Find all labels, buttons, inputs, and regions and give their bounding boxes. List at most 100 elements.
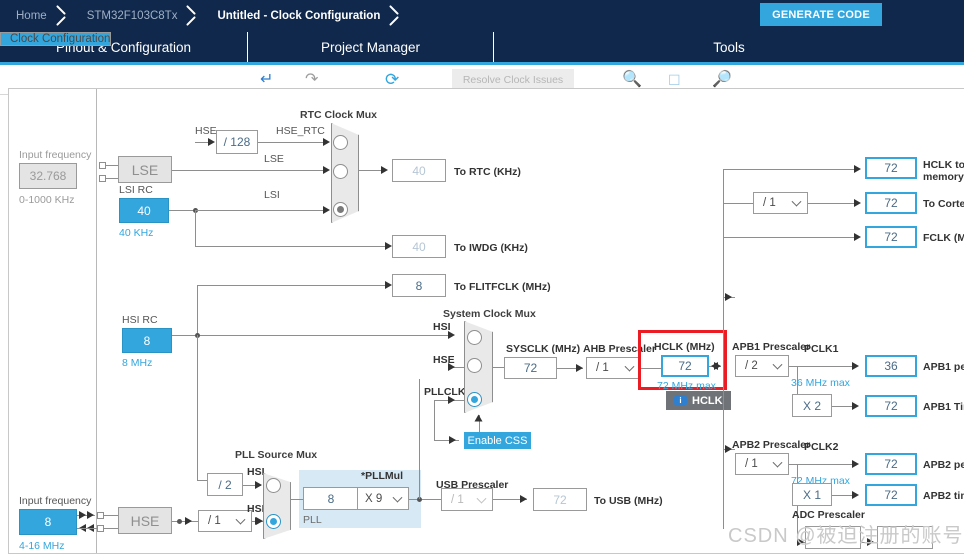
enable-css-button[interactable]: Enable CSS [464,432,531,449]
hclk-to-ahb-value: 72 [865,157,917,179]
lsi-to-mux-arrow [323,206,330,214]
hsi-unit-label: 8 MHz [122,357,153,369]
hclk-to-ahb-label: HCLK to AH [923,159,964,171]
pll-source-mux-title: PLL Source Mux [235,449,318,461]
rtc-mux-option-lsi[interactable] [333,202,348,217]
pll-hsi-divider: / 2 [207,473,243,496]
tab-clock-configuration[interactable]: Clock Configuration [0,32,112,46]
rtc-mux-option-hse-rtc[interactable] [333,135,348,150]
cortex-prescaler-value: / 1 [763,197,776,209]
rtc-clock-mux-title: RTC Clock Mux [300,109,378,121]
apb2-prescaler-select[interactable]: / 1 [735,453,789,475]
lse-pin-out [99,175,106,182]
fit-to-screen-icon[interactable]: ☐ [668,71,681,89]
hse-divider-select[interactable]: / 1 [198,510,252,532]
apb2-prescaler-label: APB2 Prescaler [732,439,811,451]
ahb-prescaler-select[interactable]: / 1 [586,357,641,379]
generate-code-button[interactable]: GENERATE CODE [760,3,882,26]
lse-pin-in [99,162,106,169]
chevron-right-icon [183,0,201,32]
system-clock-mux-title: System Clock Mux [443,308,536,320]
main-tab-bar: Pinout & Configuration Clock Configurati… [0,32,964,62]
watermark: CSDN @被迫注册的账号 [728,525,964,547]
chevron-right-icon [386,0,404,32]
to-iwdg-label: To IWDG (KHz) [454,242,528,254]
pll-mux-option-hse[interactable] [266,514,281,529]
zoom-in-icon[interactable]: 🔍 [622,71,642,89]
rtc-hse-label: HSE [195,125,217,137]
lsi-unit-label: 40 KHz [119,227,154,239]
lse-block[interactable]: LSE [118,156,172,183]
chevron-down-icon [476,493,487,504]
hclk-tooltip-label: HCLK [692,394,723,407]
apb1-timer-value: 72 [865,395,917,417]
tab-tools[interactable]: Tools [494,32,964,62]
pll-input-value: 8 [303,487,359,510]
usb-prescaler-select[interactable]: / 1 [441,488,493,511]
lsi-value-field[interactable]: 40 [119,198,169,223]
lse-to-mux-arrow [323,166,330,174]
clock-tree-canvas[interactable]: Input frequency 32.768 0-1000 KHz LSE LS… [8,88,964,554]
hclk-value-field[interactable]: 72 [661,355,709,377]
hse-divider-value: / 1 [208,515,221,527]
sysclk-hsi-label: HSI [433,321,451,333]
hse-block[interactable]: HSE [118,507,172,534]
hclk-tooltip: i HCLK [666,391,731,410]
sysclk-mux-option-pllclk[interactable] [467,392,482,407]
sysclk-pllclk-label: PLLCLK [424,386,466,398]
pll-mul-label: *PLLMul [361,470,403,482]
breadcrumb-bar: Home STM32F103C8Tx Untitled - Clock Conf… [0,0,964,32]
breadcrumb-item-device[interactable]: STM32F103C8Tx [71,0,184,32]
apb1-timer-label: APB1 Timer [923,401,964,413]
apb1-prescaler-value: / 2 [745,360,758,372]
sysclk-value: 72 [504,357,557,379]
apb1-prescaler-select[interactable]: / 2 [735,355,789,377]
refresh-icon[interactable]: ⟳ [385,71,399,89]
to-iwdg-value: 40 [392,235,446,258]
lse-input-frequency-field[interactable]: 32.768 [19,163,77,189]
pll-mux-option-hsi[interactable] [266,478,281,493]
zoom-out-icon[interactable]: 🔎 [712,71,732,89]
to-cortex-label: To Cortex S [923,198,964,210]
fclk-value: 72 [865,226,917,248]
rtc-mux-option-lse[interactable] [333,164,348,179]
lsi-to-iwdg-arrow [385,242,392,250]
redo-icon[interactable]: ↷ [305,71,318,89]
to-cortex-value: 72 [865,192,917,214]
hse-input-frequency-field[interactable]: 8 [19,509,77,535]
hse-rtc-to-mux-arrow [323,138,330,146]
to-flitfclk-label: To FLITFCLK (MHz) [454,281,551,293]
pll-hsi-label: HSI [247,466,265,478]
apb1-timer-multiplier: X 2 [792,394,832,417]
lse-input-frequency-label: Input frequency [19,149,92,161]
usb-prescaler-value: / 1 [451,493,464,506]
pclk1-label: PCLK1 [804,343,839,355]
chevron-down-icon [772,457,783,468]
ahb-prescaler-value: / 1 [596,362,609,374]
info-icon: i [674,395,687,406]
hsi-value-field[interactable]: 8 [122,328,172,353]
sysclk-mux-option-hse[interactable] [467,358,482,373]
hsi-title: HSI RC [122,314,158,326]
sysclk-label: SYSCLK (MHz) [506,343,581,355]
chevron-down-icon [772,359,783,370]
breadcrumb-item-home[interactable]: Home [0,0,53,32]
sysclk-mux-option-hsi[interactable] [467,330,482,345]
chevron-down-icon [791,196,802,207]
breadcrumb-item-current[interactable]: Untitled - Clock Configuration [201,0,386,32]
to-rtc-value: 40 [392,159,446,182]
tab-project-manager[interactable]: Project Manager [248,32,494,62]
pclk2-label: PCLK2 [804,441,839,453]
hse-pin-in [97,512,104,519]
to-flitfclk-value: 8 [392,274,446,297]
apb2-periph-label: APB2 perip [923,459,964,471]
apb1-periph-value: 36 [865,355,917,377]
apb2-timer-value: 72 [865,484,917,506]
apb2-timer-multiplier: X 1 [792,483,832,506]
cortex-prescaler-select[interactable]: / 1 [753,192,808,214]
undo-icon[interactable]: ↵ [260,71,273,89]
resolve-clock-issues-button[interactable]: Resolve Clock Issues [452,69,574,90]
pll-mul-value: X 9 [365,492,383,505]
pll-mul-select[interactable]: X 9 [357,487,409,510]
apb2-prescaler-value: / 1 [745,458,758,470]
